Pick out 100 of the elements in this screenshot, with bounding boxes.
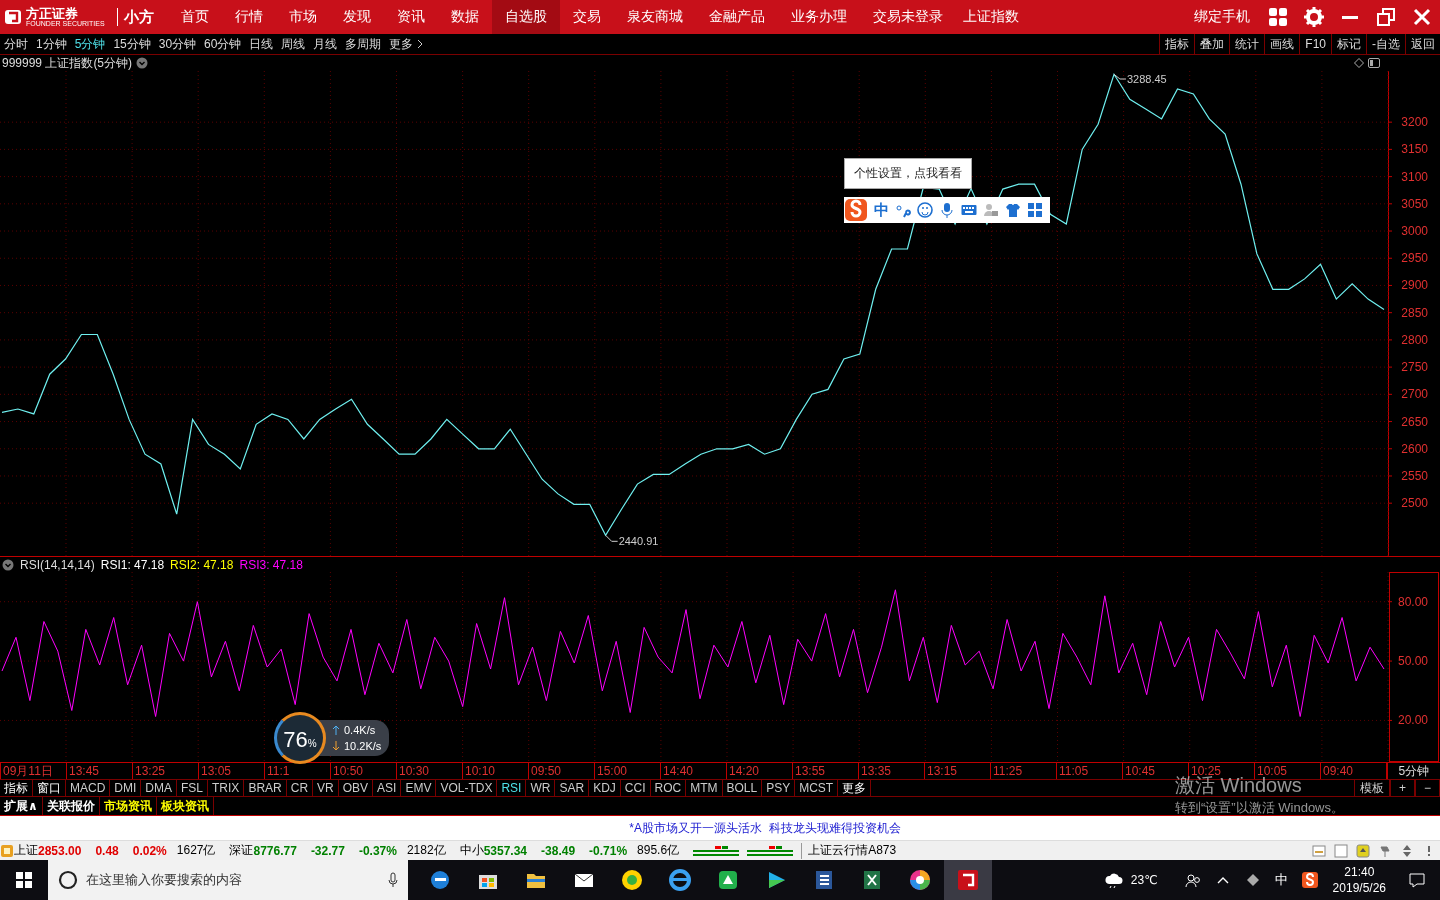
- nav-tab[interactable]: 行情: [221, 0, 276, 34]
- period-tab[interactable]: 15分钟: [109, 35, 155, 53]
- memory-usage-gauge[interactable]: 76%: [274, 712, 326, 764]
- shirt-icon[interactable]: [1005, 202, 1021, 218]
- grid-icon[interactable]: [1268, 7, 1288, 27]
- download-arrow-icon: [332, 741, 340, 751]
- dropdown-icon[interactable]: [2, 558, 14, 571]
- nav-tab[interactable]: 发现: [329, 0, 384, 34]
- nav-tab[interactable]: 首页: [167, 0, 222, 34]
- nav-tab[interactable]: 业务办理: [777, 0, 860, 34]
- alert-icon[interactable]: [1356, 843, 1370, 858]
- period-tab[interactable]: 月线: [309, 35, 342, 53]
- bind-phone-link[interactable]: 绑定手机: [1194, 8, 1250, 26]
- period-tab[interactable]: 60分钟: [200, 35, 246, 53]
- indicator-tab[interactable]: FSL: [177, 780, 209, 796]
- smiley-icon[interactable]: [917, 202, 933, 218]
- clock-time[interactable]: 21:40: [1332, 864, 1386, 880]
- cloud-quote-label[interactable]: 上证云行情A873: [808, 842, 897, 859]
- indicator-tab[interactable]: DMI: [110, 780, 142, 796]
- indicator-tab[interactable]: PSY: [762, 780, 796, 796]
- grid-icon[interactable]: [1027, 202, 1043, 218]
- axis-label: 3100: [1401, 169, 1428, 184]
- logo-icon: [4, 9, 22, 25]
- period-tab[interactable]: 分时: [0, 35, 32, 53]
- input-mode-toggle[interactable]: 中: [874, 200, 889, 220]
- info-tab[interactable]: 关联报价: [42, 797, 100, 815]
- info-tab[interactable]: 市场资讯: [99, 797, 157, 815]
- indicator-tab[interactable]: MTM: [686, 780, 723, 796]
- indicator-tab[interactable]: VOL-TDX: [436, 780, 498, 796]
- panel-icon[interactable]: [1368, 58, 1380, 68]
- indicator-tab[interactable]: RSI: [497, 780, 527, 796]
- nav-tab[interactable]: 资讯: [383, 0, 438, 34]
- indicator-tab[interactable]: ASI: [373, 780, 402, 796]
- nav-tab[interactable]: 金融产品: [695, 0, 778, 34]
- chart-tool-button[interactable]: -自选: [1366, 34, 1405, 54]
- menu-tab[interactable]: 更多: [838, 780, 872, 796]
- chart-tool-button[interactable]: 标记: [1331, 34, 1366, 54]
- indicator-tab[interactable]: BRAR: [244, 780, 287, 796]
- trade-status[interactable]: 交易未登录: [873, 8, 943, 26]
- nav-tab[interactable]: 交易: [559, 0, 614, 34]
- period-tab[interactable]: 更多: [385, 35, 418, 53]
- zoom-button[interactable]: −: [1415, 780, 1440, 796]
- chart-tool-button[interactable]: F10: [1299, 34, 1331, 54]
- indicator-tab[interactable]: MCST: [795, 780, 839, 796]
- indicator-tab[interactable]: TRIX: [208, 780, 245, 796]
- zoom-button[interactable]: +: [1390, 780, 1415, 796]
- user-icon[interactable]: [983, 202, 999, 218]
- indicator-tab[interactable]: BOLL: [722, 780, 763, 796]
- period-tab[interactable]: 周线: [277, 35, 310, 53]
- period-tab[interactable]: 多周期: [341, 35, 386, 53]
- sogou-icon[interactable]: [1301, 872, 1318, 888]
- indicator-tab[interactable]: CR: [286, 780, 314, 796]
- clock-date[interactable]: 2019/5/26: [1332, 880, 1386, 896]
- indicator-tab[interactable]: CCI: [620, 780, 651, 796]
- nav-tab[interactable]: 数据: [437, 0, 492, 34]
- nav-tab[interactable]: 市场: [275, 0, 330, 34]
- microphone-icon[interactable]: [939, 202, 955, 218]
- activation-message: 转到“设置”以激活 Windows。: [1175, 799, 1344, 817]
- index-percent: 0.02%: [132, 843, 167, 858]
- browser-icon: [429, 869, 451, 891]
- period-tab[interactable]: 5分钟: [70, 35, 110, 53]
- period-tab[interactable]: 30分钟: [154, 35, 201, 53]
- chevron-right-icon[interactable]: [417, 39, 424, 49]
- indicator-tab[interactable]: KDJ: [589, 780, 621, 796]
- people-icon[interactable]: [1184, 872, 1201, 888]
- index-name[interactable]: 上证指数: [963, 8, 1019, 26]
- indicator-tab[interactable]: EMV: [401, 780, 437, 796]
- restore-icon[interactable]: [1376, 7, 1396, 27]
- close-icon[interactable]: [1412, 7, 1432, 27]
- indicator-tab[interactable]: MACD: [66, 780, 111, 796]
- indicator-tab[interactable]: DMA: [141, 780, 177, 796]
- input-language[interactable]: 中: [1274, 871, 1288, 889]
- nav-tab[interactable]: 自选股: [491, 0, 560, 34]
- keyboard-icon[interactable]: [961, 202, 977, 218]
- news-headline[interactable]: *A股市场又开一源头活水 科技龙头现难得投资机会: [629, 819, 901, 837]
- menu-tab[interactable]: 窗口: [33, 780, 66, 796]
- period-tab[interactable]: 1分钟: [32, 35, 71, 53]
- time-label: 14:40: [663, 764, 694, 778]
- notification-icon[interactable]: [1408, 871, 1426, 889]
- indicator-tab[interactable]: WR: [526, 780, 556, 796]
- taskbar-app[interactable]: [944, 860, 992, 900]
- nav-tab[interactable]: 泉友商城: [613, 0, 696, 34]
- settings-icon[interactable]: [1304, 7, 1324, 27]
- taskbar-search-field[interactable]: 在这里输入你要搜索的内容: [48, 860, 408, 900]
- indicator-tab[interactable]: OBV: [338, 780, 374, 796]
- indicator-tab[interactable]: VR: [313, 780, 339, 796]
- period-tab[interactable]: 日线: [245, 35, 278, 53]
- chart-tool-button[interactable]: 画线: [1264, 34, 1300, 54]
- indicator-tab[interactable]: ROC: [650, 780, 687, 796]
- chart-tool-button[interactable]: 指标: [1159, 34, 1195, 54]
- template-button[interactable]: 模板: [1354, 780, 1390, 796]
- dropdown-icon[interactable]: [136, 57, 149, 69]
- sort-icon[interactable]: [1400, 843, 1414, 858]
- chart-tool-button[interactable]: 统计: [1229, 34, 1265, 54]
- menu-tab[interactable]: 指标: [0, 780, 33, 796]
- indicator-tab[interactable]: SAR: [555, 780, 590, 796]
- info-tab[interactable]: 扩展∧: [0, 797, 43, 815]
- info-tab[interactable]: 板块资讯: [156, 797, 214, 815]
- chart-tool-button[interactable]: 返回: [1405, 34, 1440, 54]
- chart-tool-button[interactable]: 叠加: [1194, 34, 1230, 54]
